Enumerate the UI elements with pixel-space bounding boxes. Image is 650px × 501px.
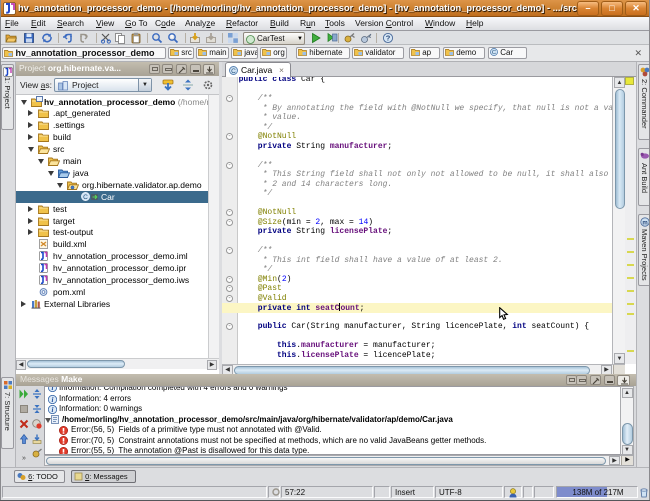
svg-text:m: m: [642, 220, 647, 226]
svg-text:C: C: [231, 68, 236, 75]
svg-text:?: ?: [386, 34, 391, 43]
svg-text:C: C: [492, 50, 496, 56]
svg-text:i: i: [52, 386, 54, 392]
svg-text:i: i: [52, 396, 54, 404]
svg-text:i: i: [52, 406, 54, 414]
svg-text:C: C: [83, 193, 88, 200]
